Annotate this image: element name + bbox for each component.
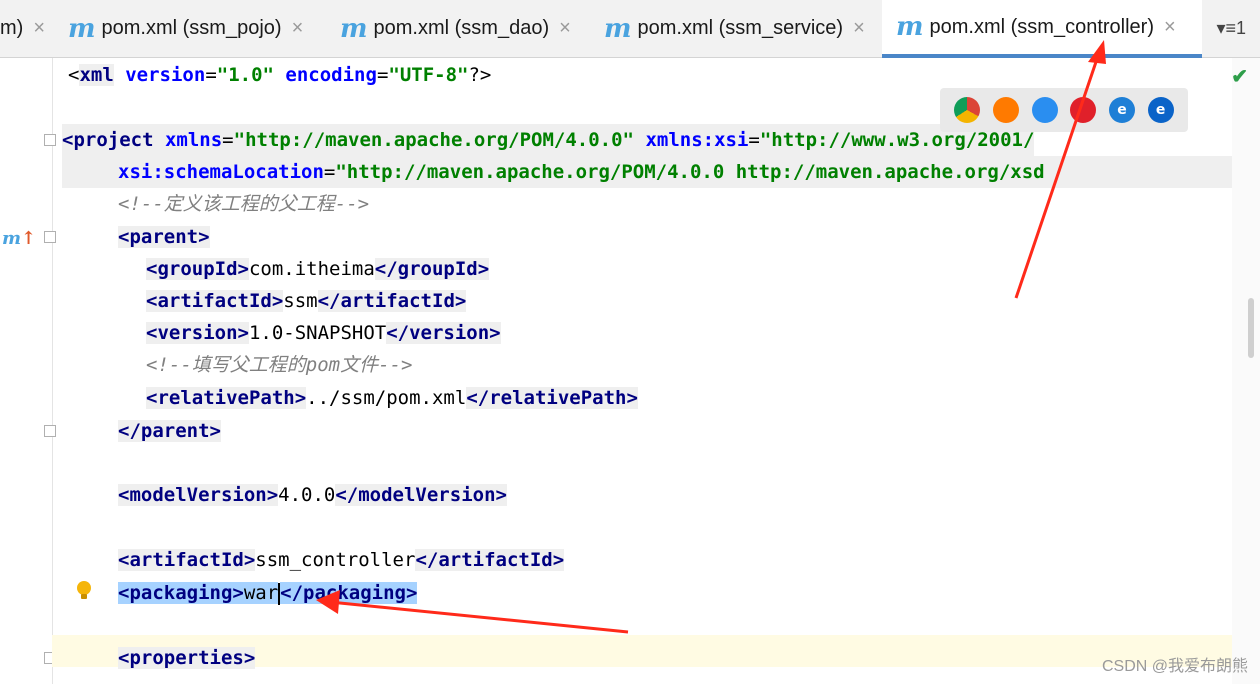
maven-icon: m: [340, 13, 368, 44]
close-icon[interactable]: ×: [292, 17, 304, 40]
opera-icon[interactable]: [1070, 97, 1097, 123]
internet-explorer-icon[interactable]: e: [1108, 97, 1135, 123]
close-icon[interactable]: ×: [1164, 16, 1176, 39]
maven-icon: m: [68, 13, 96, 44]
code-line-properties-open: <properties>: [118, 647, 256, 669]
edge-icon[interactable]: e: [1147, 97, 1174, 123]
maven-icon: m: [896, 12, 924, 42]
tab-label: pom.xml (ssm_dao): [373, 17, 550, 39]
close-icon[interactable]: ×: [33, 17, 45, 40]
code-editor[interactable]: <xml version="1.0" encoding="UTF-8"?> <p…: [52, 58, 1232, 684]
editor-scrollbar[interactable]: [1232, 58, 1260, 684]
tab-list-menu-icon[interactable]: ▾≡1: [1216, 18, 1246, 39]
tab-pom-ssm-controller[interactable]: m pom.xml (ssm_controller) ×: [882, 0, 1202, 58]
code-line-comment-relative: <!--填写父工程的pom文件-->: [146, 354, 413, 376]
code-line-project-open: <project xmlns="http://maven.apache.org/…: [62, 124, 1035, 156]
code-line-modelversion: <modelVersion>4.0.0</modelVersion>: [118, 484, 507, 506]
tab-pom-ssm-pojo[interactable]: m pom.xml (ssm_pojo) ×: [68, 0, 328, 57]
tab-label: pom.xml (ssm_service): [637, 17, 844, 39]
watermark: CSDN @我爱布朗熊: [1101, 658, 1248, 675]
code-line-version: <version>1.0-SNAPSHOT</version>: [146, 322, 501, 344]
inspection-ok-check-icon[interactable]: ✔: [1231, 64, 1248, 89]
code-line-artifactid-parent: <artifactId>ssm</artifactId>: [146, 290, 467, 312]
scroll-thumb[interactable]: [1248, 298, 1254, 358]
close-icon[interactable]: ×: [853, 17, 865, 40]
code-line-parent-close: </parent>: [118, 420, 221, 442]
tab-label: m): [0, 17, 24, 39]
code-line-packaging: <packaging>war </packaging>: [118, 582, 418, 605]
tab-pom-ssm[interactable]: m) ×: [0, 0, 52, 57]
code-line-relativepath: <relativePath>../ssm/pom.xml</relativePa…: [146, 387, 638, 409]
tab-label: pom.xml (ssm_controller): [929, 15, 1154, 38]
safari-icon[interactable]: [1031, 97, 1058, 123]
close-icon[interactable]: ×: [559, 17, 571, 40]
code-line-artifactid: <artifactId>ssm_controller</artifactId>: [118, 549, 565, 571]
code-line-xml-declaration: <xml version="1.0" encoding="UTF-8"?>: [68, 64, 492, 86]
code-line-schema-location: xsi:schemaLocation="http://maven.apache.…: [62, 156, 1232, 188]
maven-parent-marker-icon[interactable]: m↑: [2, 228, 36, 249]
tab-pom-ssm-dao[interactable]: m pom.xml (ssm_dao) ×: [340, 0, 590, 57]
tab-pom-ssm-service[interactable]: m pom.xml (ssm_service) ×: [604, 0, 882, 57]
editor-tab-bar: m) × m pom.xml (ssm_pojo) × m pom.xml (s…: [0, 0, 1260, 58]
maven-icon: m: [604, 13, 632, 44]
browser-preview-toolbar: e e: [940, 88, 1188, 132]
tab-label: pom.xml (ssm_pojo): [101, 17, 282, 39]
code-line-comment-parent: <!--定义该工程的父工程-->: [118, 193, 370, 215]
code-line-parent-open: <parent>: [118, 226, 210, 248]
firefox-icon[interactable]: [992, 97, 1019, 123]
code-line-groupid: <groupId>com.itheima</groupId>: [146, 258, 490, 280]
chrome-icon[interactable]: [954, 97, 981, 123]
editor-gutter: [0, 58, 53, 684]
